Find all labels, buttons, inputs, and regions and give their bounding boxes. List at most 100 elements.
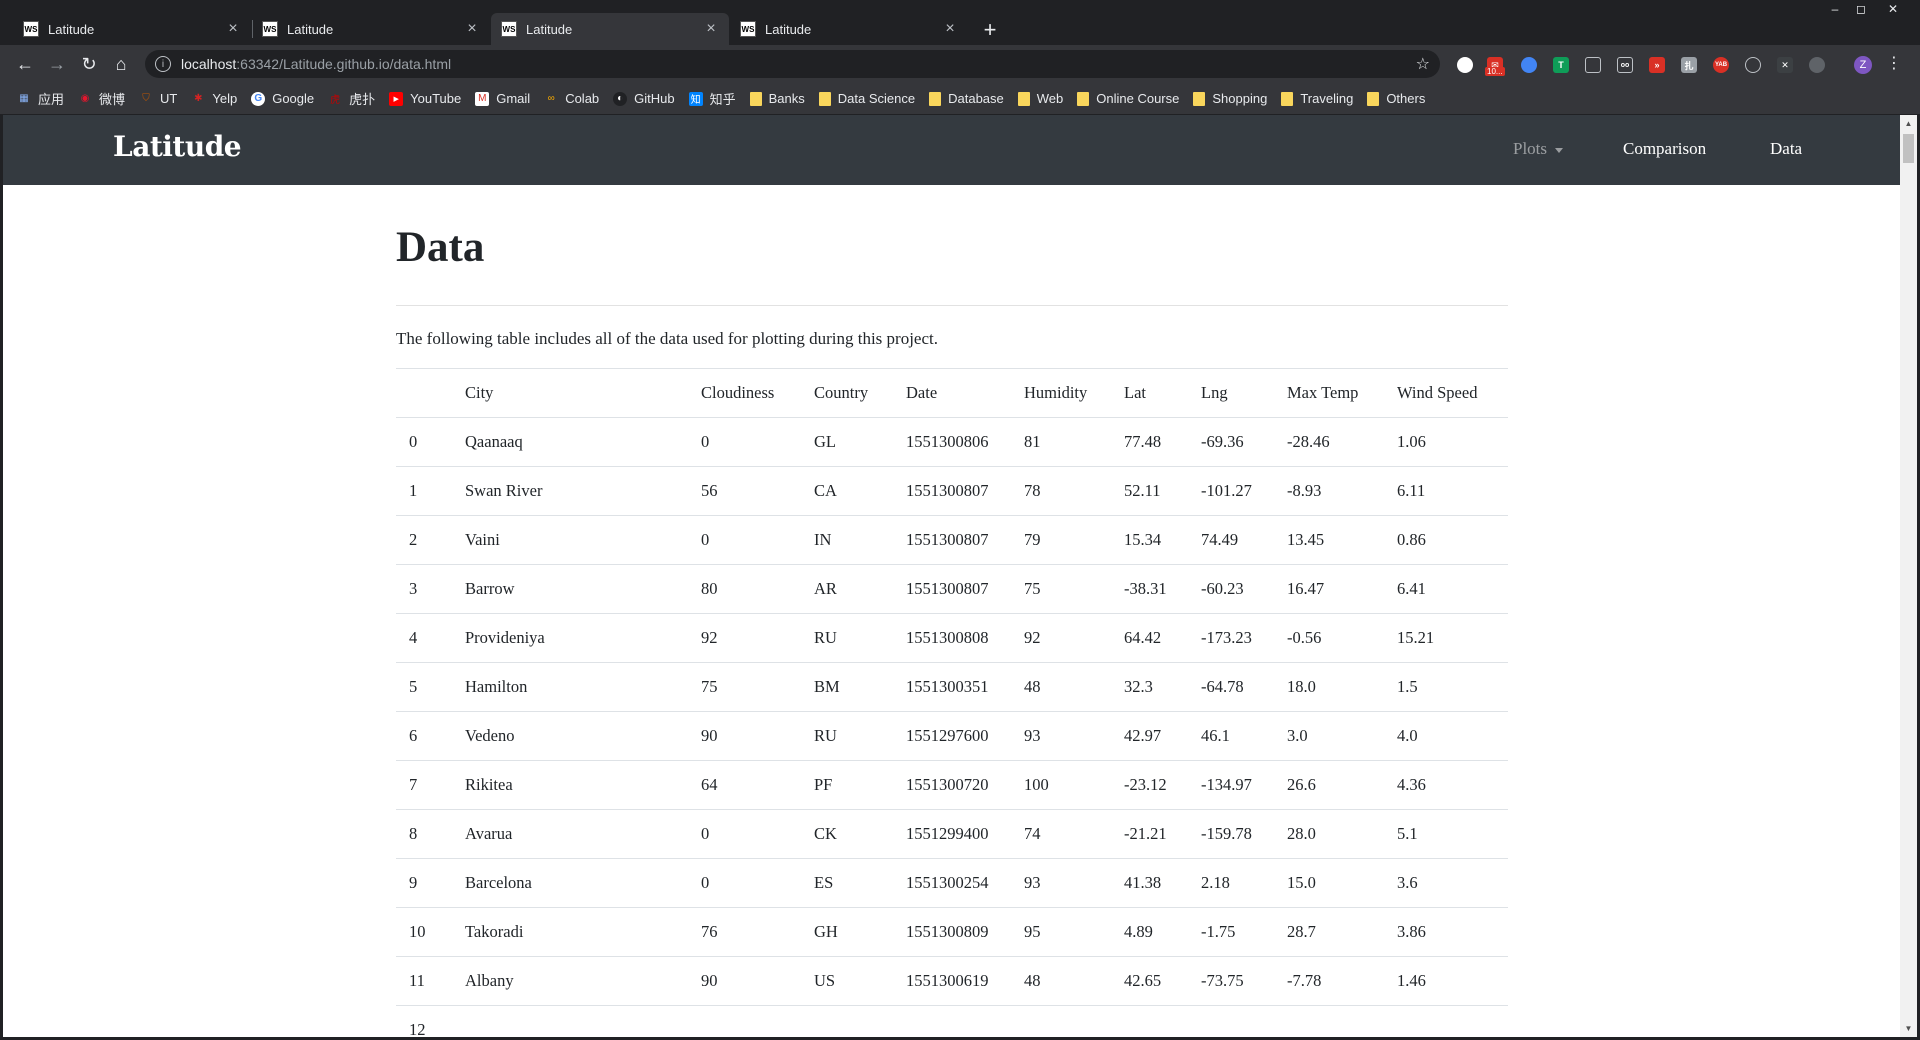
reload-icon[interactable]: ↻ (77, 52, 101, 76)
bookmark-youtube[interactable]: ▶ YouTube (389, 91, 461, 106)
bookmark-hupu[interactable]: 虎虎扑 (328, 89, 375, 108)
table-cell: 2.18 (1188, 858, 1274, 908)
table-cell: -1.75 (1188, 907, 1274, 957)
table-cell: 74 (1011, 809, 1111, 859)
browser-tab[interactable]: WS Latitude × (730, 13, 968, 45)
close-icon[interactable]: × (703, 20, 719, 38)
folder-icon (1193, 91, 1206, 106)
nav-plots-dropdown[interactable]: Plots (1513, 139, 1564, 159)
bookmark-gmail[interactable]: M Gmail (475, 91, 530, 106)
bookmark-folder-online-course[interactable]: Online Course (1077, 91, 1179, 106)
close-icon[interactable]: × (464, 20, 480, 38)
minimize-window-icon[interactable]: – (1822, 0, 1848, 18)
more-menu-icon[interactable]: ⋮ (1886, 53, 1902, 73)
table-cell: RU (801, 711, 893, 761)
table-cell (801, 1005, 893, 1037)
close-window-icon[interactable]: ✕ (1880, 0, 1906, 18)
table-cell: -101.27 (1188, 466, 1274, 516)
page-viewport: Latitude Plots Comparison Data Data The … (3, 115, 1900, 1037)
table-cell: 18.0 (1274, 662, 1384, 712)
bookmark-label: 微博 (99, 92, 126, 107)
row-index-cell: 0 (396, 417, 452, 467)
table-cell: 3.0 (1274, 711, 1384, 761)
maximize-window-icon[interactable]: ◻ (1848, 0, 1874, 18)
shield-extension-icon[interactable] (1585, 57, 1601, 73)
row-index-cell: 5 (396, 662, 452, 712)
table-cell: GL (801, 417, 893, 467)
bookmark-folder-shopping[interactable]: Shopping (1193, 91, 1267, 106)
chrome-extension-icon[interactable] (1521, 57, 1537, 73)
bookmark-weibo[interactable]: ◉ 微博 (78, 89, 125, 108)
bookmark-apps[interactable]: ▦ 应用 (17, 89, 64, 108)
bookmark-folder-database[interactable]: Database (929, 91, 1004, 106)
table-cell: 3.86 (1384, 907, 1508, 957)
x-extension-icon[interactable]: ✕ (1777, 57, 1793, 73)
home-icon[interactable]: ⌂ (109, 52, 133, 76)
browser-tab[interactable]: WS Latitude × (13, 13, 251, 45)
t-extension-icon[interactable]: T (1553, 57, 1569, 73)
table-cell: 1.46 (1384, 956, 1508, 1006)
table-cell (893, 1005, 1011, 1037)
table-row: 4 Provideniya 92 RU 1551300808 92 64.42 -173.23… (396, 613, 1508, 663)
folder-icon (1017, 91, 1030, 106)
browser-tab-active[interactable]: WS Latitude × (491, 13, 729, 45)
site-info-icon[interactable]: i (155, 56, 171, 72)
bookmark-folder-web[interactable]: Web (1017, 91, 1063, 106)
table-cell: -7.78 (1274, 956, 1384, 1006)
yelp-icon: ✱ (194, 93, 203, 104)
table-cell: Barcelona (452, 858, 688, 908)
bookmark-folder-banks[interactable]: Banks (749, 91, 805, 106)
bookmark-extension-icon[interactable]: » (1649, 57, 1665, 73)
forward-arrow-icon[interactable]: → (45, 52, 69, 76)
new-tab-button[interactable]: + (976, 16, 1004, 44)
site-brand[interactable]: Latitude (113, 130, 242, 163)
bookmark-colab[interactable]: ∞ Colab (544, 91, 600, 106)
close-icon[interactable]: × (942, 20, 958, 38)
row-index-cell: 7 (396, 760, 452, 810)
close-icon[interactable]: × (225, 20, 241, 38)
bookmark-folder-others[interactable]: Others (1367, 91, 1425, 106)
address-bar[interactable]: i localhost :63342/Latitude.github.io/da… (145, 50, 1440, 78)
vertical-scrollbar[interactable]: ▲ ▼ (1900, 115, 1917, 1037)
scroll-up-arrow-icon[interactable]: ▲ (1900, 115, 1917, 132)
table-cell: 15.0 (1274, 858, 1384, 908)
bookmark-zhihu[interactable]: 知知乎 (688, 89, 736, 108)
table-cell: 92 (1011, 613, 1111, 663)
nav-comparison[interactable]: Comparison (1623, 139, 1706, 159)
headphones-extension-icon[interactable] (1745, 57, 1761, 73)
translate-extension-icon[interactable]: 扎 (1681, 57, 1697, 73)
extension-circle-icon[interactable] (1457, 57, 1473, 73)
bookmark-label: Online Course (1096, 91, 1180, 106)
table-cell: Vaini (452, 515, 688, 565)
yab-extension-icon[interactable]: YAB (1713, 57, 1729, 73)
google-icon: G (251, 91, 266, 106)
table-row: 0 Qaanaaq 0 GL 1551300806 81 77.48 -69.36 -28.46… (396, 417, 1508, 467)
table-cell: Rikitea (452, 760, 688, 810)
table-cell: 15.34 (1111, 515, 1188, 565)
table-cell: 15.21 (1384, 613, 1508, 663)
table-cell: 93 (1011, 858, 1111, 908)
caret-down-icon (1555, 147, 1564, 153)
back-arrow-icon[interactable]: ← (13, 52, 37, 76)
browser-tab[interactable]: WS Latitude × (252, 13, 490, 45)
folder-icon (929, 91, 942, 106)
bookmark-ut[interactable]: ⛉ UT (139, 91, 177, 106)
bookmark-google[interactable]: G Google (251, 91, 314, 106)
table-cell: Barrow (452, 564, 688, 614)
table-cell: 78 (1011, 466, 1111, 516)
profile-avatar[interactable]: Z (1854, 56, 1872, 74)
table-cell: 64 (688, 760, 801, 810)
bookmark-folder-data-science[interactable]: Data Science (818, 91, 915, 106)
table-cell: RU (801, 613, 893, 663)
bookmark-yelp[interactable]: ✱ Yelp (191, 91, 237, 106)
folder-icon (749, 91, 762, 106)
scrollbar-thumb[interactable] (1903, 134, 1914, 163)
bookmark-github[interactable]: ◐ GitHub (613, 91, 675, 106)
bookmark-label: Shopping (1212, 91, 1268, 106)
puzzle-extension-icon[interactable] (1809, 57, 1825, 73)
bookmark-folder-traveling[interactable]: Traveling (1281, 91, 1353, 106)
scroll-down-arrow-icon[interactable]: ▼ (1900, 1020, 1917, 1037)
bookmark-star-icon[interactable]: ☆ (1416, 54, 1430, 74)
oo-extension-icon[interactable]: oo (1617, 57, 1633, 73)
nav-data[interactable]: Data (1770, 139, 1802, 159)
